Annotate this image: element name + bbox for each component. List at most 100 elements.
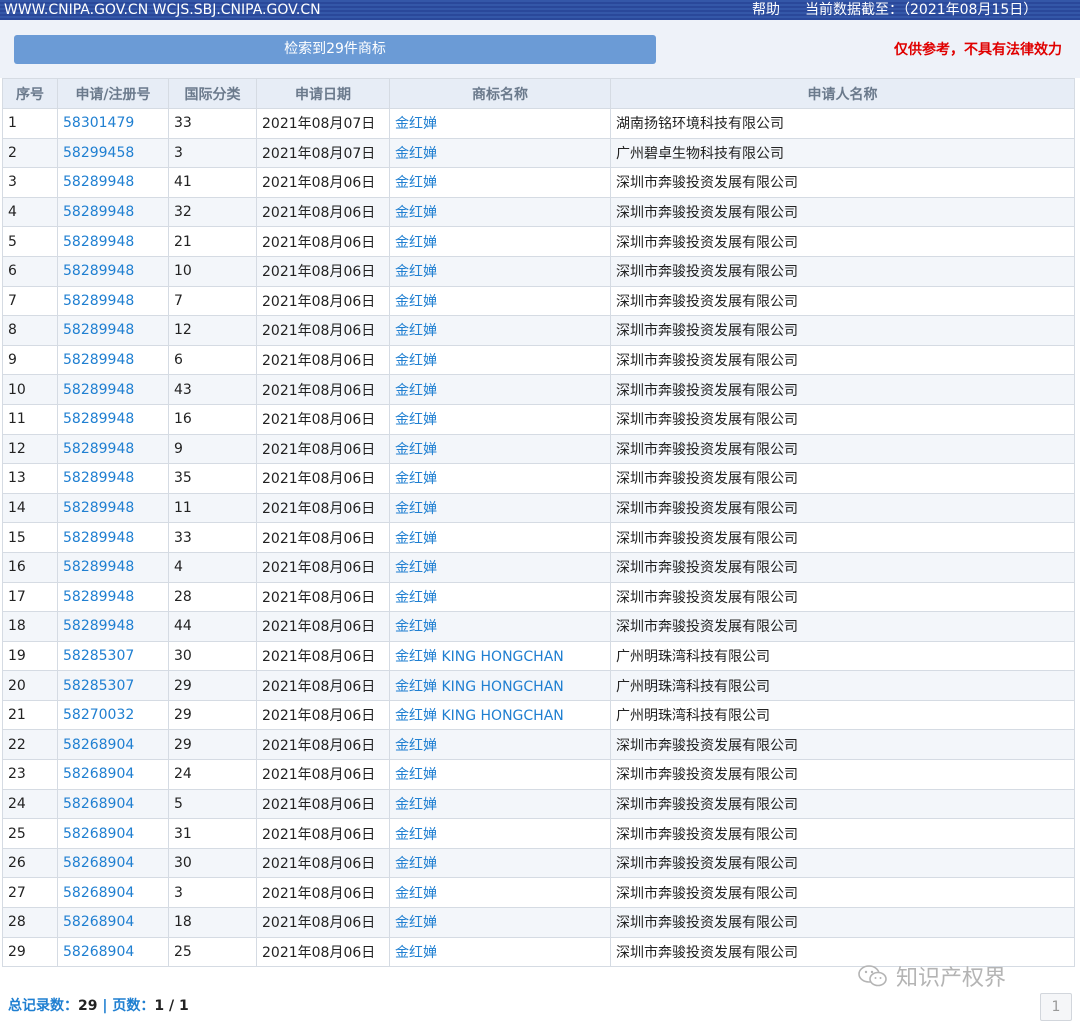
row-reg-number-link[interactable]: 58289948	[57, 403, 169, 435]
row-trademark-name-link[interactable]: 金红婵	[389, 581, 611, 613]
table-row: 28 58268904 18 2021年08月06日 金红婵 深圳市奔骏投资发展有限公司	[2, 907, 1075, 938]
row-reg-number-link[interactable]: 58268904	[57, 936, 169, 968]
row-index: 23	[2, 759, 58, 790]
row-apply-date: 2021年08月06日	[256, 729, 390, 761]
row-reg-number-link[interactable]: 58285307	[57, 640, 169, 672]
row-trademark-name-link[interactable]: 金红婵	[389, 788, 611, 820]
row-trademark-name-link[interactable]: 金红婵	[389, 611, 611, 642]
row-trademark-name-link[interactable]: 金红婵	[389, 255, 611, 287]
table-row: 27 58268904 3 2021年08月06日 金红婵 深圳市奔骏投资发展有限公司	[2, 877, 1075, 909]
row-reg-number-link[interactable]: 58289948	[57, 522, 169, 553]
row-intl-class: 12	[168, 315, 257, 346]
row-applicant-name: 深圳市奔骏投资发展有限公司	[610, 611, 1075, 642]
row-reg-number-link[interactable]: 58289948	[57, 285, 169, 317]
table-row: 10 58289948 43 2021年08月06日 金红婵 深圳市奔骏投资发展有限公司	[2, 374, 1075, 405]
table-row: 24 58268904 5 2021年08月06日 金红婵 深圳市奔骏投资发展有限公司	[2, 788, 1075, 820]
row-trademark-name-link[interactable]: 金红婵 KING HONGCHAN	[389, 670, 611, 701]
row-intl-class: 31	[168, 818, 257, 849]
row-trademark-name-link[interactable]: 金红婵	[389, 403, 611, 435]
row-reg-number-link[interactable]: 58289948	[57, 551, 169, 583]
table-row: 4 58289948 32 2021年08月06日 金红婵 深圳市奔骏投资发展有限公司	[2, 196, 1075, 228]
row-reg-number-link[interactable]: 58289948	[57, 374, 169, 405]
row-applicant-name: 深圳市奔骏投资发展有限公司	[610, 877, 1075, 909]
row-trademark-name-link[interactable]: 金红婵	[389, 285, 611, 317]
col-header-applicant[interactable]: 申请人名称	[610, 78, 1075, 109]
row-reg-number-link[interactable]: 58289948	[57, 315, 169, 346]
row-reg-number-link[interactable]: 58285307	[57, 670, 169, 701]
total-records-value: 29	[78, 998, 98, 1014]
row-trademark-name-link[interactable]: 金红婵	[389, 818, 611, 849]
help-link[interactable]: 帮助	[752, 0, 780, 20]
row-reg-number-link[interactable]: 58289948	[57, 463, 169, 494]
row-intl-class: 41	[168, 167, 257, 198]
row-trademark-name-link[interactable]: 金红婵	[389, 936, 611, 968]
col-header-reg-number[interactable]: 申请/注册号	[57, 78, 169, 109]
row-apply-date: 2021年08月06日	[256, 492, 390, 524]
row-trademark-name-link[interactable]: 金红婵 KING HONGCHAN	[389, 640, 611, 672]
row-reg-number-link[interactable]: 58289948	[57, 433, 169, 465]
row-reg-number-link[interactable]: 58270032	[57, 699, 169, 731]
row-reg-number-link[interactable]: 58289948	[57, 492, 169, 524]
results-table: 序号 申请/注册号 国际分类 申请日期 商标名称 申请人名称 1 58301479…	[2, 78, 1075, 968]
col-header-intl-class[interactable]: 国际分类	[168, 78, 257, 109]
row-reg-number-link[interactable]: 58268904	[57, 729, 169, 761]
row-trademark-name-link[interactable]: 金红婵	[389, 167, 611, 198]
row-index: 21	[2, 699, 58, 731]
row-trademark-name-link[interactable]: 金红婵	[389, 374, 611, 405]
row-trademark-name-link[interactable]: 金红婵 KING HONGCHAN	[389, 699, 611, 731]
row-applicant-name: 广州明珠湾科技有限公司	[610, 699, 1075, 731]
row-trademark-name-link[interactable]: 金红婵	[389, 137, 611, 169]
row-reg-number-link[interactable]: 58299458	[57, 137, 169, 169]
row-reg-number-link[interactable]: 58289948	[57, 581, 169, 613]
col-header-trademark-name[interactable]: 商标名称	[389, 78, 611, 109]
row-reg-number-link[interactable]: 58301479	[57, 108, 169, 139]
table-row: 17 58289948 28 2021年08月06日 金红婵 深圳市奔骏投资发展有限公司	[2, 581, 1075, 613]
row-applicant-name: 深圳市奔骏投资发展有限公司	[610, 226, 1075, 257]
row-trademark-name-link[interactable]: 金红婵	[389, 877, 611, 909]
row-index: 3	[2, 167, 58, 198]
row-trademark-name-link[interactable]: 金红婵	[389, 759, 611, 790]
pager-page-button[interactable]: 1	[1040, 993, 1072, 1021]
row-apply-date: 2021年08月06日	[256, 167, 390, 198]
row-intl-class: 18	[168, 907, 257, 938]
row-trademark-name-link[interactable]: 金红婵	[389, 433, 611, 465]
row-reg-number-link[interactable]: 58268904	[57, 847, 169, 879]
col-header-apply-date[interactable]: 申请日期	[256, 78, 390, 109]
site-urls[interactable]: WWW.CNIPA.GOV.CN WCJS.SBJ.CNIPA.GOV.CN	[4, 0, 321, 20]
table-row: 16 58289948 4 2021年08月06日 金红婵 深圳市奔骏投资发展有限公司	[2, 551, 1075, 583]
row-reg-number-link[interactable]: 58268904	[57, 877, 169, 909]
table-row: 25 58268904 31 2021年08月06日 金红婵 深圳市奔骏投资发展有限公司	[2, 818, 1075, 849]
row-reg-number-link[interactable]: 58289948	[57, 196, 169, 228]
row-trademark-name-link[interactable]: 金红婵	[389, 729, 611, 761]
row-trademark-name-link[interactable]: 金红婵	[389, 315, 611, 346]
row-reg-number-link[interactable]: 58268904	[57, 907, 169, 938]
row-reg-number-link[interactable]: 58268904	[57, 759, 169, 790]
row-trademark-name-link[interactable]: 金红婵	[389, 551, 611, 583]
row-trademark-name-link[interactable]: 金红婵	[389, 463, 611, 494]
row-intl-class: 35	[168, 463, 257, 494]
row-trademark-name-link[interactable]: 金红婵	[389, 226, 611, 257]
row-trademark-name-link[interactable]: 金红婵	[389, 907, 611, 938]
row-reg-number-link[interactable]: 58289948	[57, 611, 169, 642]
row-trademark-name-link[interactable]: 金红婵	[389, 847, 611, 879]
row-index: 17	[2, 581, 58, 613]
row-reg-number-link[interactable]: 58289948	[57, 255, 169, 287]
row-reg-number-link[interactable]: 58289948	[57, 344, 169, 376]
row-trademark-name-link[interactable]: 金红婵	[389, 522, 611, 553]
row-intl-class: 10	[168, 255, 257, 287]
row-apply-date: 2021年08月07日	[256, 137, 390, 169]
col-header-index[interactable]: 序号	[2, 78, 58, 109]
disclaimer-text: 仅供参考，不具有法律效力	[894, 42, 1062, 58]
row-trademark-name-link[interactable]: 金红婵	[389, 344, 611, 376]
row-reg-number-link[interactable]: 58268904	[57, 818, 169, 849]
row-reg-number-link[interactable]: 58289948	[57, 167, 169, 198]
row-index: 5	[2, 226, 58, 257]
row-index: 9	[2, 344, 58, 376]
search-result-button[interactable]: 检索到29件商标	[14, 35, 656, 64]
row-trademark-name-link[interactable]: 金红婵	[389, 492, 611, 524]
row-reg-number-link[interactable]: 58268904	[57, 788, 169, 820]
row-trademark-name-link[interactable]: 金红婵	[389, 196, 611, 228]
row-trademark-name-link[interactable]: 金红婵	[389, 108, 611, 139]
row-index: 1	[2, 108, 58, 139]
row-reg-number-link[interactable]: 58289948	[57, 226, 169, 257]
